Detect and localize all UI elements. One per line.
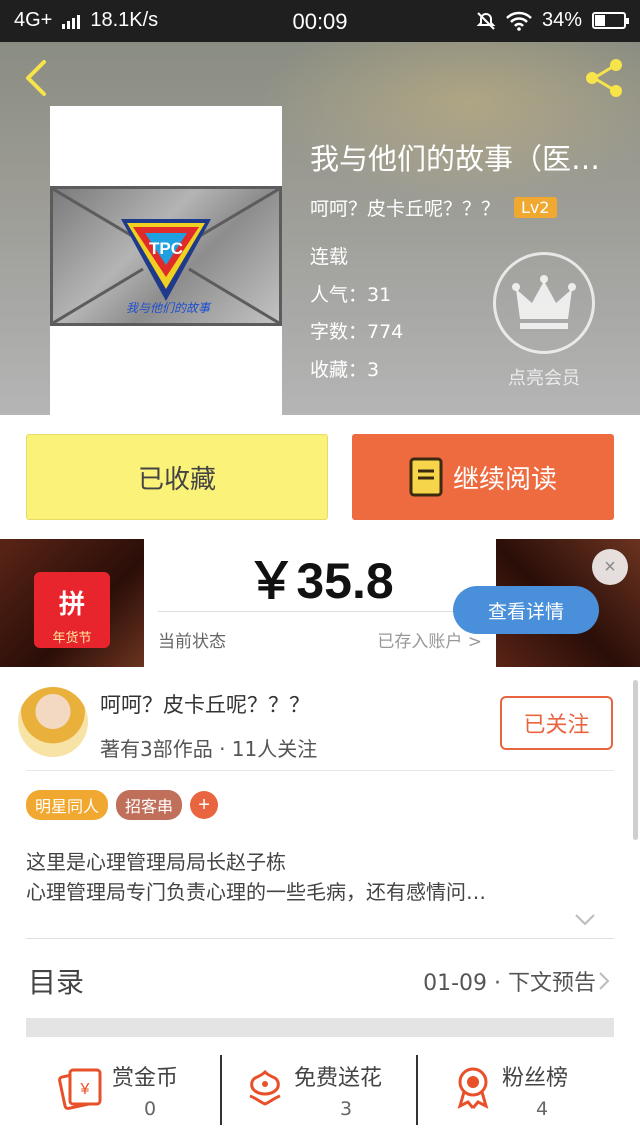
follow-button[interactable]: 已关注 — [500, 696, 613, 750]
flower-label: 免费送花 — [294, 1066, 383, 1091]
level-badge: Lv2 — [514, 197, 557, 218]
ad-banner[interactable]: 拼 年货节 ￥35.8 当前状态 已存入账户 > 查看详情 × — [0, 539, 640, 667]
book-cover[interactable]: TPC 我与他们的故事 — [50, 106, 282, 415]
tag-item[interactable]: 招客串 — [116, 790, 183, 820]
battery-percent: 34% — [541, 9, 582, 31]
book-popularity: 人气：31 — [310, 284, 392, 306]
mute-icon — [476, 11, 496, 30]
book-author-line: 呵呵？皮卡丘呢？？？ Lv2 — [310, 194, 557, 221]
book-favorites: 收藏：3 — [310, 359, 380, 381]
chevron-right-icon[interactable] — [598, 971, 610, 991]
book-header: TPC 我与他们的故事 我与他们的故事（医… 呵呵？皮卡丘呢？？？ Lv2 连载… — [0, 42, 640, 415]
vip-label[interactable]: 点亮会员 — [484, 364, 604, 390]
add-tag-icon[interactable]: + — [190, 791, 219, 819]
book-author[interactable]: 呵呵？皮卡丘呢？？？ — [310, 194, 500, 221]
toc-latest[interactable]: 01-09 · 下文预告 — [423, 965, 596, 997]
ad-price: ￥35.8 — [246, 553, 394, 609]
svg-text:¥: ¥ — [80, 1081, 90, 1098]
tag-list: 明星同人 招客串 + — [26, 790, 219, 820]
ad-logo: 拼 年货节 — [34, 572, 110, 648]
ad-logo-mark: 拼 — [58, 590, 85, 620]
author-name[interactable]: 呵呵？皮卡丘呢？？？ — [100, 689, 310, 719]
fan-ranking-stat[interactable]: 粉丝榜 4 — [418, 1037, 640, 1138]
continue-reading-label: 继续阅读 — [452, 464, 557, 495]
book-description[interactable]: 这里是心理管理局局长赵子栋 心理管理局专门负责心理的一些毛病，还有感情问… — [26, 847, 606, 907]
ad-status-label: 当前状态 — [158, 632, 226, 652]
continue-reading-button[interactable]: 继续阅读 — [352, 434, 614, 520]
book-word-count: 字数：774 — [310, 321, 404, 343]
cover-plate: TPC 我与他们的故事 — [50, 186, 282, 326]
ad-detail-button[interactable]: 查看详情 — [453, 586, 599, 634]
tag-item[interactable]: 明星同人 — [26, 790, 109, 820]
description-line: 心理管理局专门负责心理的一些毛病，还有感情问… — [26, 880, 486, 904]
cover-logo: TPC — [149, 239, 183, 258]
favorited-button[interactable]: 已收藏 — [26, 434, 328, 520]
ad-logo-text: 年货节 — [52, 631, 92, 646]
book-icon — [409, 457, 443, 497]
reward-coin-label: 赏金币 — [112, 1066, 179, 1091]
flower-value: 3 — [340, 1098, 353, 1120]
ad-card: ￥35.8 当前状态 已存入账户 > — [144, 539, 496, 667]
cover-text: 我与他们的故事 — [125, 301, 210, 315]
reward-coin-icon: ¥ — [58, 1068, 102, 1110]
description-line: 这里是心理管理局局长赵子栋 — [26, 850, 286, 874]
author-avatar[interactable] — [18, 687, 88, 757]
reward-coin-value: 0 — [144, 1098, 157, 1120]
author-stats: 著有3部作品 · 11人关注 — [100, 737, 318, 761]
crown-icon — [512, 275, 576, 329]
fan-ranking-label: 粉丝榜 — [502, 1066, 569, 1091]
action-bar: 已收藏 继续阅读 — [0, 415, 640, 539]
back-arrow-icon[interactable] — [16, 56, 56, 100]
section-separator — [26, 1018, 614, 1037]
flower-stat[interactable]: 免费送花 3 — [222, 1037, 416, 1138]
battery-icon — [592, 12, 629, 29]
flower-icon — [249, 1069, 281, 1106]
vip-crown-button[interactable] — [493, 252, 595, 354]
scrollbar[interactable] — [633, 680, 638, 840]
medal-icon — [457, 1067, 489, 1109]
divider — [26, 938, 614, 939]
wifi-icon — [506, 11, 532, 31]
toc-title[interactable]: 目录 — [28, 961, 84, 1001]
divider — [26, 770, 614, 771]
chevron-down-icon[interactable] — [574, 913, 596, 927]
bottom-stats-bar: ¥ 赏金币 0 免费送花 3 粉丝榜 4 — [0, 1037, 640, 1138]
ad-divider — [158, 611, 482, 612]
share-icon[interactable] — [580, 54, 628, 102]
status-bar: 4G+ 18.1K/s 00:09 34% — [0, 0, 640, 42]
book-status: 连载 — [310, 246, 349, 268]
fan-ranking-value: 4 — [536, 1098, 549, 1120]
book-title: 我与他们的故事（医… — [310, 142, 601, 176]
reward-coin-stat[interactable]: ¥ 赏金币 0 — [0, 1037, 220, 1138]
ad-close-icon[interactable]: × — [592, 549, 628, 585]
book-info-panel: 呵呵？皮卡丘呢？？？ 著有3部作品 · 11人关注 已关注 明星同人 招客串 +… — [0, 667, 640, 1037]
